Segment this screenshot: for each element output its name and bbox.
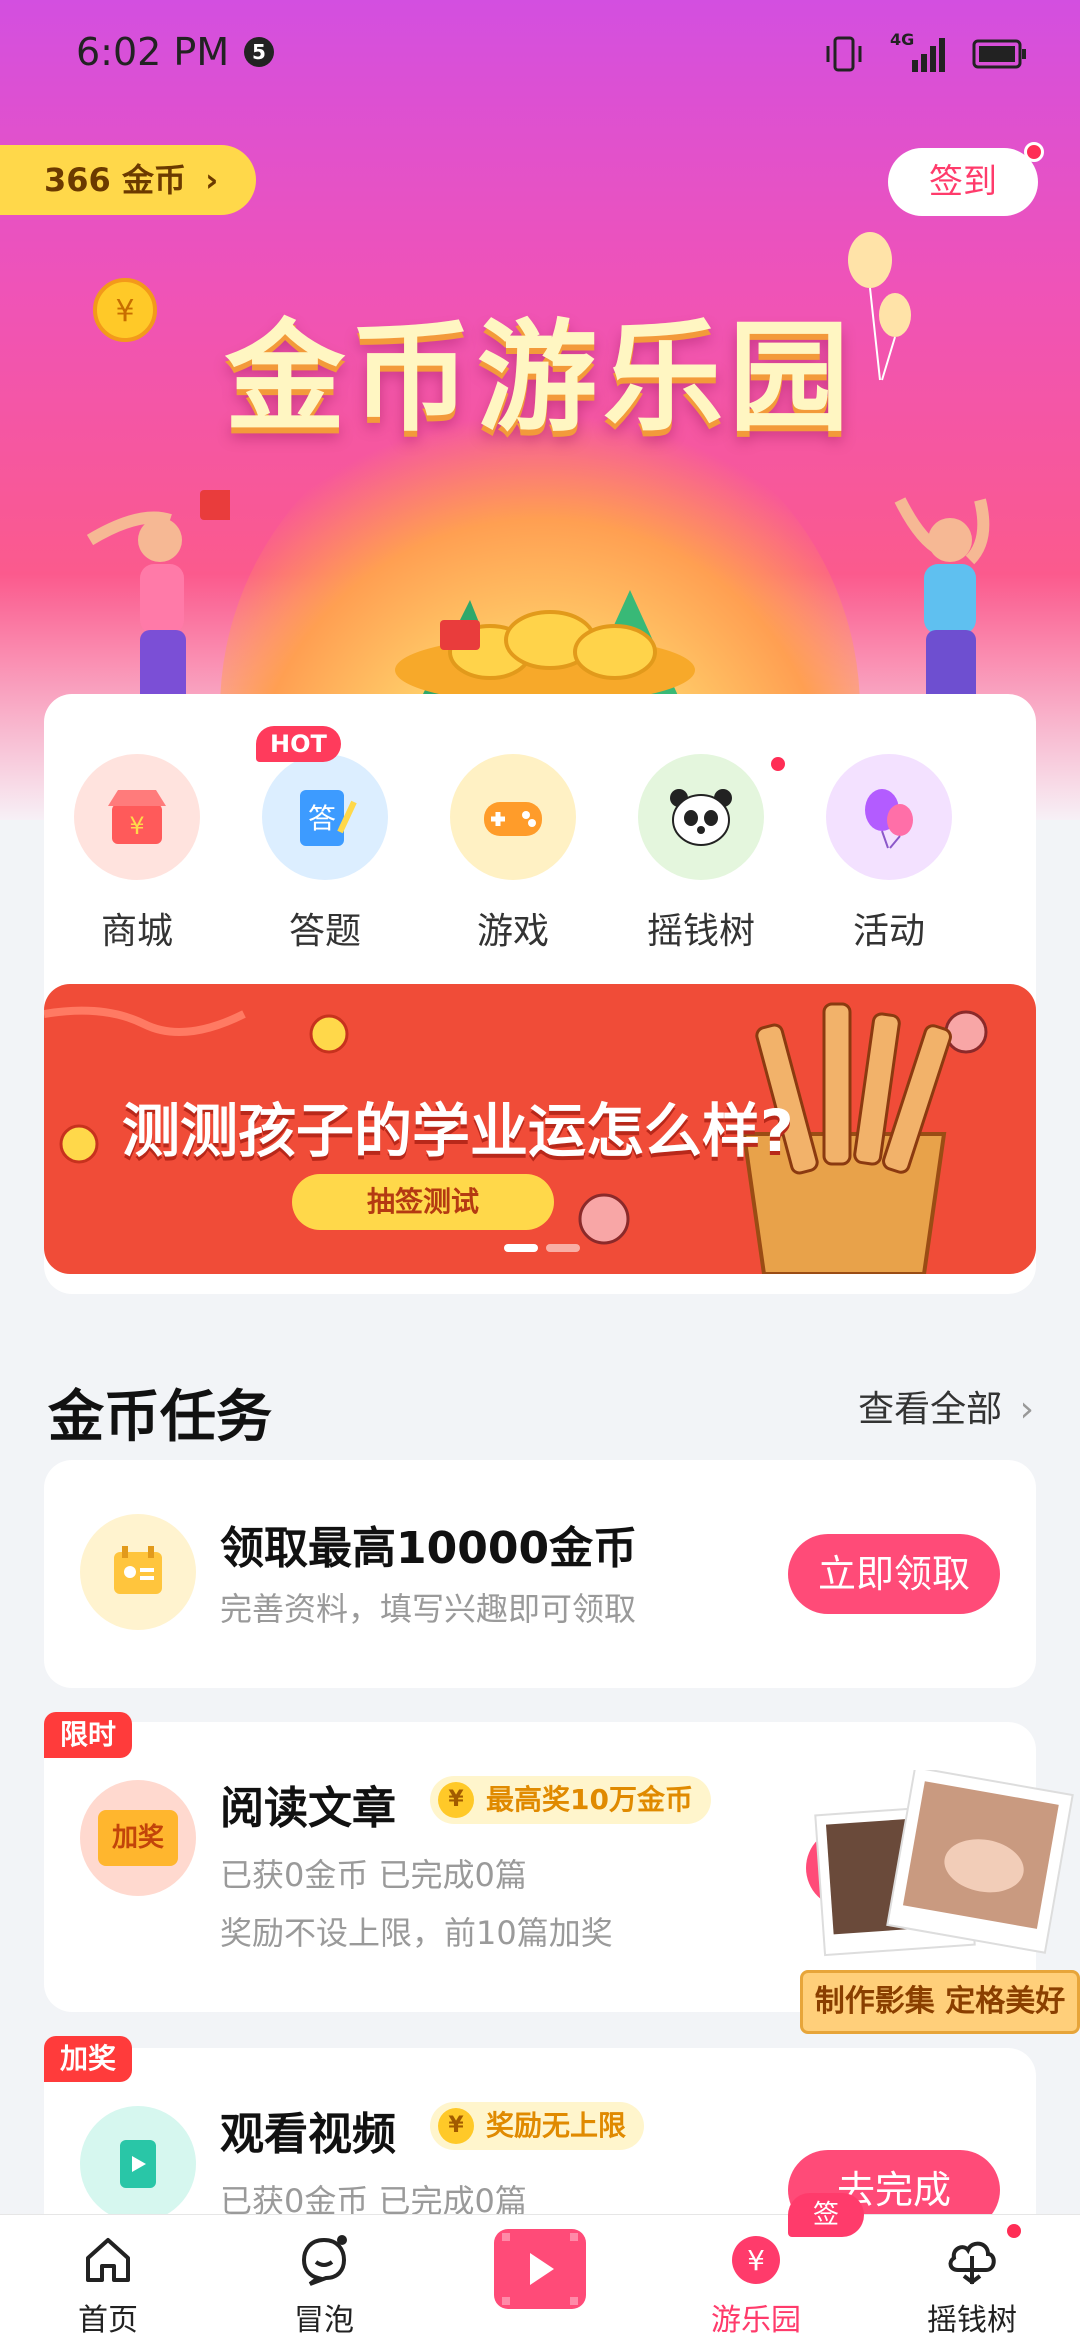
- reward-chip-label: 奖励无上限: [486, 2109, 627, 2142]
- sign-in-tab-badge: 签到: [788, 2193, 864, 2274]
- coin-yuan-icon: ¥: [732, 2236, 780, 2284]
- claim-now-button[interactable]: 立即领取: [788, 1534, 1000, 1614]
- coin-balance-button[interactable]: 366 金币 ›: [0, 145, 256, 215]
- task-desc: 奖励不设上限，前10篇加奖: [220, 1914, 613, 1952]
- calendar-profile-icon: [80, 1514, 196, 1630]
- quick-item-shop[interactable]: ¥ 商城: [52, 754, 222, 954]
- quick-item-label: 摇钱树: [646, 911, 755, 952]
- reward-chip: ¥ 最高奖10万金币: [430, 1776, 711, 1824]
- signal-icon: 4G: [890, 30, 946, 74]
- tab-video[interactable]: [432, 2215, 648, 2340]
- see-all-link[interactable]: 查看全部 ›: [858, 1380, 1034, 1432]
- chevron-right-icon: ›: [1019, 1389, 1034, 1430]
- chat-bubble-icon: [301, 2235, 347, 2286]
- task-title: 领取最高10000金币: [220, 1523, 638, 1574]
- banner-page-dot: [504, 1244, 538, 1252]
- person-right-illustration: [894, 497, 990, 710]
- chevron-right-icon: ›: [205, 161, 219, 199]
- task-desc: 完善资料，填写兴趣即可领取: [220, 1590, 637, 1628]
- tab-label: 首页: [78, 2303, 138, 2338]
- svg-text:¥: ¥: [115, 294, 134, 329]
- coin-icon: ¥: [438, 1782, 474, 1818]
- banner-title: 测测孩子的学业运怎么样?: [122, 1097, 794, 1165]
- task-title: 观看视频: [220, 2109, 396, 2160]
- quick-item-label: 答题: [288, 911, 361, 952]
- svg-text:答: 答: [308, 802, 336, 835]
- banner-pagination: [504, 1244, 580, 1252]
- sign-in-red-dot: [1024, 142, 1044, 162]
- money-tree-tab-red-dot: [1004, 2221, 1024, 2241]
- svg-text:¥: ¥: [129, 812, 144, 840]
- quick-item-money-tree[interactable]: 摇钱树: [616, 754, 786, 954]
- balloon-icon: [826, 754, 952, 880]
- video-icon: [80, 2106, 196, 2222]
- tab-playground[interactable]: ¥ 游乐园 签到: [648, 2193, 864, 2340]
- coin-icon: ¥: [438, 2108, 474, 2144]
- tree-cloud-icon: [948, 2241, 996, 2285]
- quiz-icon: 答: [262, 754, 388, 880]
- quick-menu-card: ¥ 商城 答 答题 HOT 游戏 摇钱树 活动 测测孩子的学业运怎么样? 抽签测…: [44, 694, 1036, 1294]
- banner-page-dot: [546, 1244, 580, 1252]
- quick-item-label: 活动: [852, 911, 925, 952]
- coin-pile-illustration: [395, 590, 695, 700]
- notification-count-badge: 5: [244, 37, 274, 67]
- gamepad-icon: [450, 754, 576, 880]
- status-time: 6:02 PM: [76, 30, 230, 74]
- quick-item-quiz[interactable]: 答 答题: [240, 754, 410, 954]
- bonus-book-icon: 加奖: [80, 1780, 196, 1896]
- banner-draw-button[interactable]: 抽签测试: [292, 1174, 554, 1230]
- quick-item-label: 游戏: [476, 911, 549, 952]
- task-card-profile: 领取最高10000金币 完善资料，填写兴趣即可领取 立即领取: [44, 1460, 1036, 1688]
- limited-time-tag: 限时: [44, 1712, 133, 1758]
- tab-money-tree[interactable]: 摇钱树: [864, 2215, 1080, 2340]
- quick-item-label: 商城: [100, 911, 173, 952]
- shop-icon: ¥: [74, 754, 200, 880]
- promo-banner[interactable]: 测测孩子的学业运怎么样? 抽签测试: [44, 984, 1036, 1274]
- svg-text:¥: ¥: [747, 2244, 765, 2277]
- tab-bubble[interactable]: 冒泡: [216, 2215, 432, 2340]
- person-left-illustration: [86, 490, 230, 710]
- reward-chip: ¥ 奖励无上限: [430, 2102, 645, 2150]
- bonus-tag: 加奖: [44, 2036, 133, 2082]
- tab-label: 摇钱树: [927, 2303, 1017, 2338]
- battery-icon: [972, 39, 1026, 69]
- panda-icon: [638, 754, 764, 880]
- quick-item-activity[interactable]: 活动: [804, 754, 974, 954]
- home-icon: [86, 2238, 130, 2282]
- see-all-label: 查看全部: [858, 1389, 1003, 1430]
- hot-badge: HOT: [256, 726, 341, 762]
- coin-float-icon: ¥: [93, 278, 157, 342]
- photo-album-floating-ad[interactable]: 制作影集 定格美好: [800, 1766, 1080, 2040]
- play-video-icon: [494, 2229, 586, 2309]
- status-bar: 6:02 PM 5 4G: [0, 0, 1080, 110]
- tab-label: 游乐园: [711, 2303, 801, 2338]
- bottom-tab-bar: 首页 冒泡 ¥ 游乐园 签到 摇钱树: [0, 2193, 1080, 2340]
- tasks-section-title: 金币任务: [48, 1385, 272, 1450]
- photo-stack-illustration: [814, 1766, 1074, 1957]
- task-progress: 已获0金币 已完成0篇: [220, 1856, 527, 1894]
- task-title: 阅读文章: [220, 1783, 396, 1834]
- balloon-illustration: [848, 232, 911, 381]
- sign-in-button[interactable]: 签到: [888, 148, 1038, 216]
- status-icons: 4G: [824, 30, 1028, 74]
- vibrate-icon: [826, 36, 862, 72]
- reward-chip-label: 最高奖10万金币: [486, 1783, 693, 1816]
- float-ad-caption: 制作影集 定格美好: [800, 1970, 1080, 2034]
- tab-home[interactable]: 首页: [0, 2215, 216, 2340]
- tab-label: 冒泡: [294, 2303, 354, 2338]
- coin-balance-label: 366 金币: [44, 161, 186, 199]
- quick-item-games[interactable]: 游戏: [428, 754, 598, 954]
- money-tree-red-dot: [768, 754, 788, 774]
- bonus-book-label: 加奖: [98, 1810, 178, 1866]
